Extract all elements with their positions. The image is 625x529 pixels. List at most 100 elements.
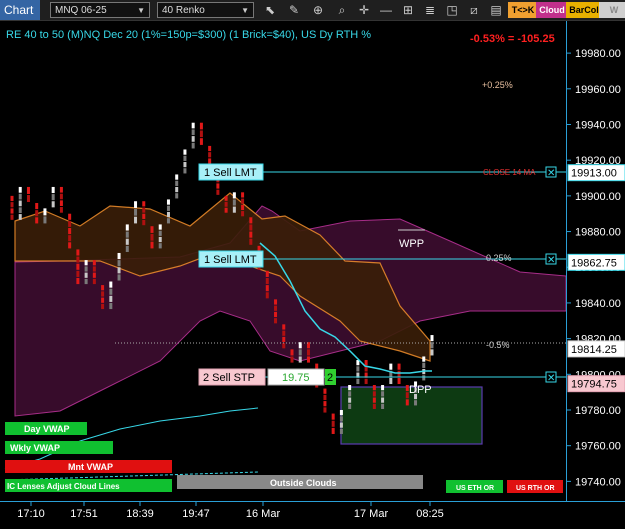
renko-brick <box>125 231 129 238</box>
cursor-icon[interactable]: ⬉ <box>262 2 278 18</box>
instrument-selector[interactable]: MNQ 06-25 ▼ <box>50 2 150 18</box>
bar-type-selector[interactable]: 40 Renko ▼ <box>157 2 254 18</box>
bar-icon[interactable]: ▤ <box>488 2 504 18</box>
vvv-toggle[interactable]: W VVV <box>599 2 625 31</box>
barcol-toggle[interactable]: BarCol <box>566 2 602 18</box>
slash-icon[interactable]: ⧄ <box>466 2 482 18</box>
pencil-icon[interactable]: ✎ <box>286 2 302 18</box>
renko-brick <box>125 245 129 252</box>
renko-brick <box>372 385 376 391</box>
renko-brick <box>224 201 228 207</box>
renko-brick <box>249 231 253 238</box>
renko-brick <box>92 278 96 285</box>
renko-brick <box>101 303 105 310</box>
renko-brick <box>381 397 385 403</box>
renko-brick <box>265 270 269 277</box>
renko-brick <box>175 193 179 199</box>
renko-brick <box>265 285 269 292</box>
stack-icon[interactable]: ≣ <box>422 2 438 18</box>
renko-brick <box>101 297 105 303</box>
y-tick-label: 19840.00 <box>575 298 621 310</box>
price-axis[interactable]: 19980.00 19960.00 19940.00 19920.00 19900.00… <box>566 21 625 501</box>
renko-brick <box>10 208 14 214</box>
renko-brick <box>208 145 212 152</box>
time-axis[interactable]: 17:10 17:51 18:39 19:47 16 Mar 17 Mar 08:25 <box>0 501 625 524</box>
sell-lmt-order-1[interactable]: 1 Sell LMT <box>198 163 264 181</box>
pct-label-plus025: +0.25% <box>482 80 513 90</box>
crosshair-icon[interactable]: ✛ <box>356 2 372 18</box>
chart-plot-area[interactable]: WPP DPP CLOSE 14 MA +0.25% 0.25% -0.5% R… <box>0 21 566 501</box>
renko-brick <box>59 200 63 207</box>
outside-clouds-button[interactable]: Outside Clouds <box>177 475 423 489</box>
cloud-lines-button[interactable]: IC Lenses Adjust Cloud Lines <box>5 479 172 492</box>
horizontal-line-icon[interactable]: — <box>378 2 394 18</box>
grid-icon[interactable]: ⊞ <box>400 2 416 18</box>
renko-brick <box>191 122 195 129</box>
renko-brick <box>68 227 72 235</box>
renko-brick <box>117 260 121 267</box>
renko-brick <box>339 409 343 416</box>
renko-brick <box>101 291 105 297</box>
renko-brick <box>84 266 88 272</box>
renko-brick <box>18 193 22 200</box>
renko-brick <box>208 152 212 158</box>
renko-brick <box>306 356 310 363</box>
renko-brick <box>92 260 96 266</box>
renko-brick <box>183 161 187 168</box>
cloud-toggle[interactable]: Cloud <box>536 2 568 18</box>
renko-brick <box>35 217 39 224</box>
renko-brick <box>59 207 63 213</box>
zoom-in-icon[interactable]: ⊕ <box>310 2 326 18</box>
renko-brick <box>274 311 278 318</box>
renko-brick <box>430 335 434 342</box>
renko-brick <box>364 378 368 385</box>
renko-brick <box>166 205 170 211</box>
x-tick-label: 17:10 <box>17 508 45 520</box>
renko-brick <box>158 230 162 236</box>
day-vwap-label: Day VWAP <box>24 424 70 434</box>
renko-brick <box>422 362 426 368</box>
y-tick-label: 19780.00 <box>575 405 621 417</box>
renko-brick <box>183 168 187 174</box>
outside-clouds-label: Outside Clouds <box>270 478 337 488</box>
sell-stp-order-label: 2 Sell STP <box>203 372 255 384</box>
magnifier-icon[interactable]: ⌕ <box>334 2 350 18</box>
sell-lmt-order-2[interactable]: 1 Sell LMT <box>198 250 264 268</box>
renko-brick <box>216 183 220 189</box>
y-tick-label: 19960.00 <box>575 84 621 96</box>
time-axis-svg: 17:10 17:51 18:39 19:47 16 Mar 17 Mar 08:25 <box>17 502 444 520</box>
day-vwap-button[interactable]: Day VWAP <box>5 422 87 435</box>
renko-brick <box>323 407 327 413</box>
renko-brick <box>142 219 146 226</box>
chevron-down-icon: ▼ <box>137 6 145 15</box>
renko-brick <box>109 295 113 302</box>
tk-toggle[interactable]: T<>K <box>508 2 538 18</box>
chart-tab[interactable]: Chart <box>0 0 40 20</box>
wkly-vwap-button[interactable]: Wkly VWAP <box>5 441 113 454</box>
renko-brick <box>101 285 105 291</box>
renko-brick <box>92 272 96 278</box>
renko-brick <box>348 391 352 397</box>
shapes-icon[interactable]: ◳ <box>444 2 460 18</box>
x-tick-label: 18:39 <box>126 508 154 520</box>
renko-brick <box>26 194 30 203</box>
us-eth-or-button[interactable]: US ETH OR <box>446 480 503 493</box>
renko-brick <box>109 302 113 310</box>
renko-brick <box>397 363 401 370</box>
mnt-vwap-button[interactable]: Mnt VWAP <box>5 460 172 473</box>
renko-brick <box>26 186 30 194</box>
renko-brick <box>150 233 154 241</box>
us-rth-or-button[interactable]: US RTH OR <box>507 480 563 493</box>
renko-brick <box>232 192 236 199</box>
renko-brick <box>84 278 88 285</box>
close-ma-label: CLOSE 14 MA <box>483 168 536 177</box>
renko-brick <box>381 403 385 409</box>
renko-brick <box>117 252 121 260</box>
renko-brick <box>381 385 385 391</box>
renko-brick <box>166 218 170 224</box>
renko-brick <box>372 403 376 409</box>
renko-brick <box>339 416 343 422</box>
sell-stp-order[interactable]: 2 Sell STP 19.75 2 <box>198 368 336 386</box>
renko-brick <box>232 199 236 206</box>
renko-brick <box>191 142 195 149</box>
